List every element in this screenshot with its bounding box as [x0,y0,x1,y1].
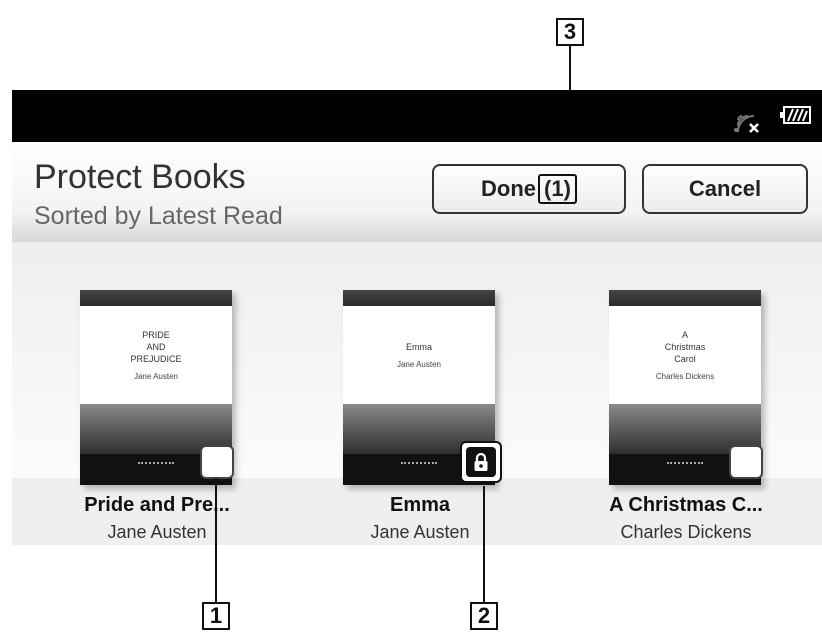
cover-title: PRIDE AND PREJUDICE [130,329,182,364]
done-count: (1) [538,174,577,204]
callout-2-leader [483,486,485,602]
book-author: Jane Austen [370,522,470,542]
page-title: Protect Books [34,158,246,196]
book-title: Pride and Pre... [84,494,230,516]
cover-band [80,290,232,306]
cover-label: A Christmas Carol Charles Dickens [609,306,761,404]
lock-icon [474,452,488,471]
status-bar [12,90,822,142]
cover-band [343,290,495,306]
protected-lock-toggle[interactable] [460,441,502,483]
protect-checkbox[interactable] [200,445,234,479]
callout-2: 2 [470,602,498,630]
cover-title: Emma [405,341,432,352]
cover-title: A Christmas Carol [664,329,706,364]
cover-footer-dots [401,462,437,466]
cancel-label: Cancel [688,176,762,201]
cover-label: PRIDE AND PREJUDICE Jane Austen [80,306,232,404]
book-author: Charles Dickens [620,522,752,542]
page-header: Protect Books Sorted by Latest Read Done… [12,142,822,242]
protect-checkbox[interactable] [729,445,763,479]
book-author: Jane Austen [107,522,207,542]
callout-1-leader [215,478,217,602]
cover-footer-dots [138,462,174,466]
cover-author: Jane Austen [396,359,442,369]
cancel-button[interactable]: Cancel [642,164,808,214]
book-shelf: PRIDE AND PREJUDICE Jane Austen Pride an… [12,242,822,545]
sort-label: Sorted by Latest Read [34,202,283,230]
cover-footer-dots [667,462,703,466]
cover-author: Jane Austen [133,371,179,381]
wireless-off-icon [734,115,759,133]
cover-author: Charles Dickens [655,371,715,381]
done-button[interactable]: Done (1) [432,164,626,214]
book-title: A Christmas C... [609,494,763,516]
battery-icon [780,106,811,124]
cover-band [609,290,761,306]
callout-3: 3 [556,18,584,46]
device-screen: Protect Books Sorted by Latest Read Done… [12,90,822,545]
done-label: Done [481,176,537,201]
book-title: Emma [389,494,451,516]
cover-label: Emma Jane Austen [343,306,495,404]
callout-1: 1 [202,602,230,630]
lock-icon-bg [466,447,496,477]
